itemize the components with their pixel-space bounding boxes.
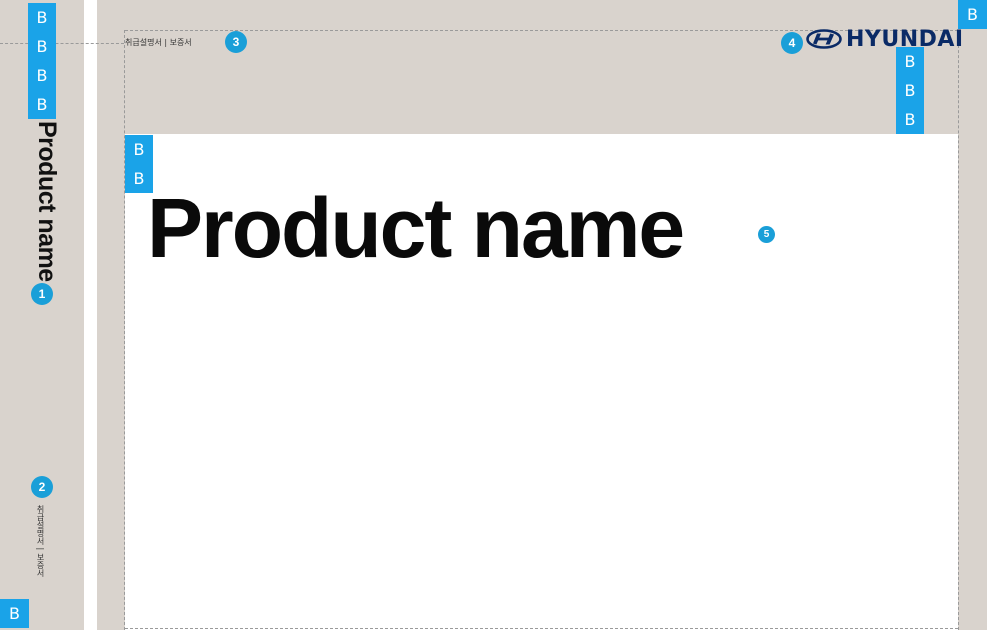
guide-line-bottom <box>125 628 958 629</box>
margin-marker: B <box>28 32 56 61</box>
margin-marker: B <box>28 61 56 90</box>
spine-gap <box>84 0 97 630</box>
callout-badge: 4 <box>781 32 803 54</box>
callout-badge: 2 <box>31 476 53 498</box>
brand-logo: HYUNDAI <box>806 26 964 52</box>
callout-badge: 3 <box>225 31 247 53</box>
guide-line-top-left <box>0 43 124 44</box>
margin-marker: B <box>125 135 153 164</box>
spine-product-name: Product name <box>33 121 61 282</box>
callout-badge: 5 <box>758 226 775 243</box>
guide-line-left <box>124 30 125 630</box>
margin-marker: B <box>28 3 56 32</box>
margin-marker: B <box>28 90 56 119</box>
brand-name: HYUNDAI <box>846 26 964 52</box>
guide-line-right <box>958 30 959 630</box>
cover-document-links: 취급설명서 | 보증서 <box>125 38 192 47</box>
cover-product-name: Product name <box>147 181 685 275</box>
margin-marker: B <box>896 76 924 105</box>
callout-badge: 1 <box>31 283 53 305</box>
margin-marker: B <box>958 0 987 29</box>
margin-marker: B <box>896 105 924 134</box>
spine-document-links: 취급설명서 | 보증서 <box>36 505 45 577</box>
margin-marker: B <box>0 599 29 628</box>
hyundai-h-logo-icon <box>806 29 842 49</box>
